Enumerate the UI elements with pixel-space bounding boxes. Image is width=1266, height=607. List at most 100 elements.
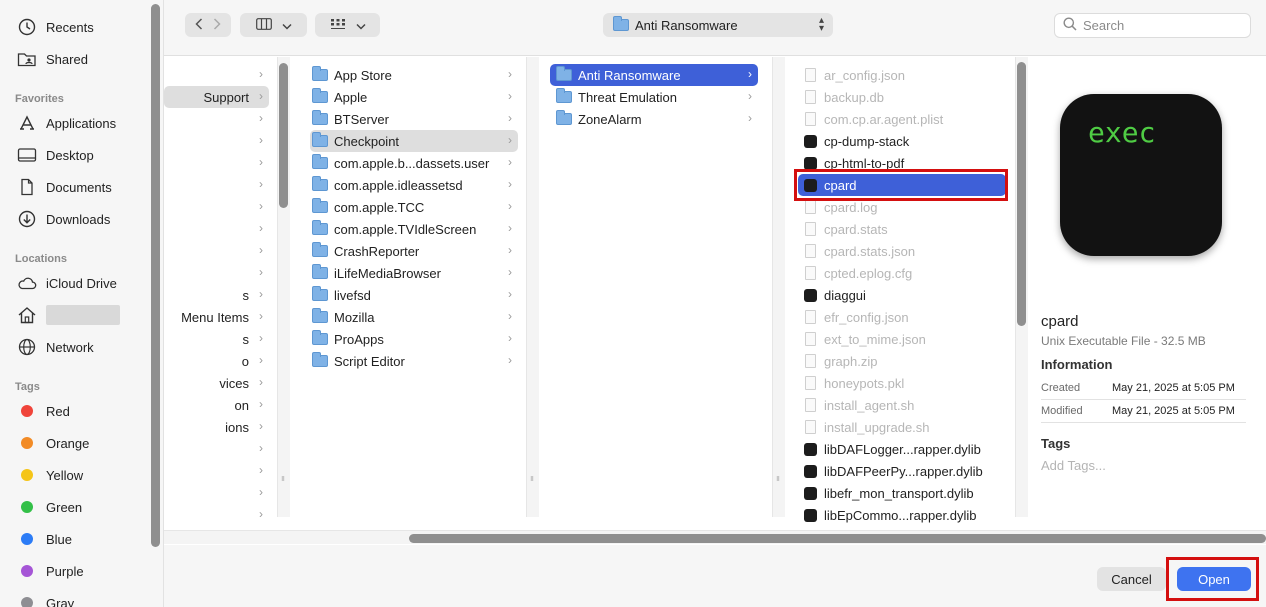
list-item[interactable]: install_agent.sh bbox=[798, 394, 1006, 416]
sidebar-tag-green[interactable]: Green bbox=[16, 496, 82, 518]
list-item[interactable]: backup.db bbox=[798, 86, 1006, 108]
sidebar-item-network[interactable]: Network bbox=[16, 336, 94, 358]
home-icon bbox=[16, 306, 38, 324]
list-item[interactable]: Support › bbox=[164, 86, 269, 108]
list-item[interactable]: cpard bbox=[798, 174, 1006, 196]
sidebar-item-label: Blue bbox=[46, 531, 73, 547]
chevron-right-icon[interactable] bbox=[213, 17, 221, 33]
list-item[interactable]: libDAFLogger...rapper.dylib bbox=[798, 438, 1006, 460]
open-button[interactable]: Open bbox=[1177, 567, 1251, 591]
list-item[interactable]: › bbox=[164, 64, 269, 86]
sidebar-scrollbar[interactable] bbox=[151, 4, 160, 547]
list-item[interactable]: ProApps › bbox=[310, 328, 518, 350]
sidebar-item-label: Red bbox=[46, 403, 70, 419]
list-item[interactable]: › bbox=[164, 196, 269, 218]
sidebar-tag-orange[interactable]: Orange bbox=[16, 432, 89, 454]
list-item[interactable]: libEpCommo...rapper.dylib bbox=[798, 504, 1006, 526]
list-item[interactable]: iLifeMediaBrowser › bbox=[310, 262, 518, 284]
sidebar-item-shared[interactable]: Shared bbox=[16, 48, 88, 70]
list-item[interactable]: › bbox=[164, 460, 269, 482]
list-item[interactable]: cpard.log bbox=[798, 196, 1006, 218]
list-item[interactable]: com.apple.b...dassets.user › bbox=[310, 152, 518, 174]
add-tags-field[interactable]: Add Tags... bbox=[1041, 458, 1106, 473]
list-item[interactable]: graph.zip bbox=[798, 350, 1006, 372]
list-item[interactable]: BTServer › bbox=[310, 108, 518, 130]
list-item[interactable]: › bbox=[164, 262, 269, 284]
created-label: Created bbox=[1041, 382, 1081, 394]
column-1-scrollbar[interactable] bbox=[279, 63, 288, 208]
horizontal-scrollbar[interactable] bbox=[409, 534, 1266, 543]
back-forward-control[interactable] bbox=[185, 13, 231, 37]
sidebar-tag-blue[interactable]: Blue bbox=[16, 528, 72, 550]
column-resize-grip[interactable]: ıı bbox=[281, 473, 285, 483]
list-item[interactable]: ZoneAlarm › bbox=[550, 108, 758, 130]
list-item[interactable]: cp-html-to-pdf bbox=[798, 152, 1006, 174]
list-item[interactable]: libefr_mon_transport.dylib bbox=[798, 482, 1006, 504]
list-item[interactable]: s › bbox=[164, 328, 269, 350]
list-item[interactable]: cpted.eplog.cfg bbox=[798, 262, 1006, 284]
sidebar-item-label: Downloads bbox=[46, 211, 111, 227]
list-item[interactable]: com.apple.TVIdleScreen › bbox=[310, 218, 518, 240]
column-resize-grip[interactable]: ıı bbox=[530, 473, 534, 483]
group-by-button[interactable] bbox=[315, 13, 380, 37]
list-item[interactable]: cpard.stats.json bbox=[798, 240, 1006, 262]
list-item[interactable]: Mozilla › bbox=[310, 306, 518, 328]
list-item[interactable]: Menu Items › bbox=[164, 306, 269, 328]
sidebar-item-desktop[interactable]: Desktop bbox=[16, 144, 94, 166]
list-item[interactable]: ar_config.json bbox=[798, 64, 1006, 86]
list-item[interactable]: cp-dump-stack bbox=[798, 130, 1006, 152]
sidebar-tag-red[interactable]: Red bbox=[16, 400, 70, 422]
list-item[interactable]: vices › bbox=[164, 372, 269, 394]
path-popup[interactable]: Anti Ransomware ▴ ▾ bbox=[603, 13, 833, 37]
list-item[interactable]: honeypots.pkl bbox=[798, 372, 1006, 394]
list-item[interactable]: com.apple.idleassetsd › bbox=[310, 174, 518, 196]
preview-file-kind: Unix Executable File - 32.5 MB bbox=[1041, 334, 1206, 348]
list-item[interactable]: › bbox=[164, 152, 269, 174]
list-item[interactable]: › bbox=[164, 504, 269, 526]
list-item[interactable]: App Store › bbox=[310, 64, 518, 86]
view-mode-button[interactable] bbox=[240, 13, 307, 37]
list-item[interactable]: ions › bbox=[164, 416, 269, 438]
list-item[interactable]: Anti Ransomware › bbox=[550, 64, 758, 86]
sidebar-item-downloads[interactable]: Downloads bbox=[16, 208, 110, 230]
column-1: › Support › › › › › › › › › s › Menu Items › s › o › vices ›… bbox=[164, 57, 272, 521]
sidebar-item-home[interactable] bbox=[16, 304, 120, 326]
list-item[interactable]: › bbox=[164, 482, 269, 504]
sidebar-item-applications[interactable]: Applications bbox=[16, 112, 116, 134]
sidebar-item-recents[interactable]: Recents bbox=[16, 16, 94, 38]
list-item[interactable]: com.cp.ar.agent.plist bbox=[798, 108, 1006, 130]
sidebar-tag-purple[interactable]: Purple bbox=[16, 560, 84, 582]
list-item[interactable]: › bbox=[164, 438, 269, 460]
list-item[interactable]: › bbox=[164, 174, 269, 196]
list-item[interactable]: o › bbox=[164, 350, 269, 372]
list-item[interactable]: diaggui bbox=[798, 284, 1006, 306]
column-resize-grip[interactable]: ıı bbox=[776, 473, 780, 483]
chevron-left-icon[interactable] bbox=[195, 17, 203, 33]
list-item[interactable]: Script Editor › bbox=[310, 350, 518, 372]
search-field[interactable]: Search bbox=[1054, 13, 1251, 38]
list-item[interactable]: Threat Emulation › bbox=[550, 86, 758, 108]
sidebar-tag-gray[interactable]: Gray bbox=[16, 592, 74, 607]
list-item[interactable]: ext_to_mime.json bbox=[798, 328, 1006, 350]
list-item[interactable]: libDAFPeerPy...rapper.dylib bbox=[798, 460, 1006, 482]
list-item[interactable]: › bbox=[164, 130, 269, 152]
list-item[interactable]: Checkpoint › bbox=[310, 130, 518, 152]
list-item[interactable]: Apple › bbox=[310, 86, 518, 108]
list-item[interactable]: com.apple.TCC › bbox=[310, 196, 518, 218]
list-item[interactable]: install_upgrade.sh bbox=[798, 416, 1006, 438]
sidebar-tag-yellow[interactable]: Yellow bbox=[16, 464, 83, 486]
list-item[interactable]: on › bbox=[164, 394, 269, 416]
sidebar-item-icloud[interactable]: iCloud Drive bbox=[16, 272, 117, 294]
list-item[interactable]: › bbox=[164, 240, 269, 262]
list-item[interactable]: › bbox=[164, 108, 269, 130]
search-input[interactable]: Search bbox=[1083, 18, 1124, 33]
cancel-button[interactable]: Cancel bbox=[1097, 567, 1166, 591]
list-item[interactable]: s › bbox=[164, 284, 269, 306]
list-item[interactable]: cpard.stats bbox=[798, 218, 1006, 240]
list-item[interactable]: CrashReporter › bbox=[310, 240, 518, 262]
list-item[interactable]: › bbox=[164, 218, 269, 240]
list-item[interactable]: livefsd › bbox=[310, 284, 518, 306]
column-4-scrollbar[interactable] bbox=[1017, 62, 1026, 326]
list-item[interactable]: efr_config.json bbox=[798, 306, 1006, 328]
sidebar-item-documents[interactable]: Documents bbox=[16, 176, 112, 198]
